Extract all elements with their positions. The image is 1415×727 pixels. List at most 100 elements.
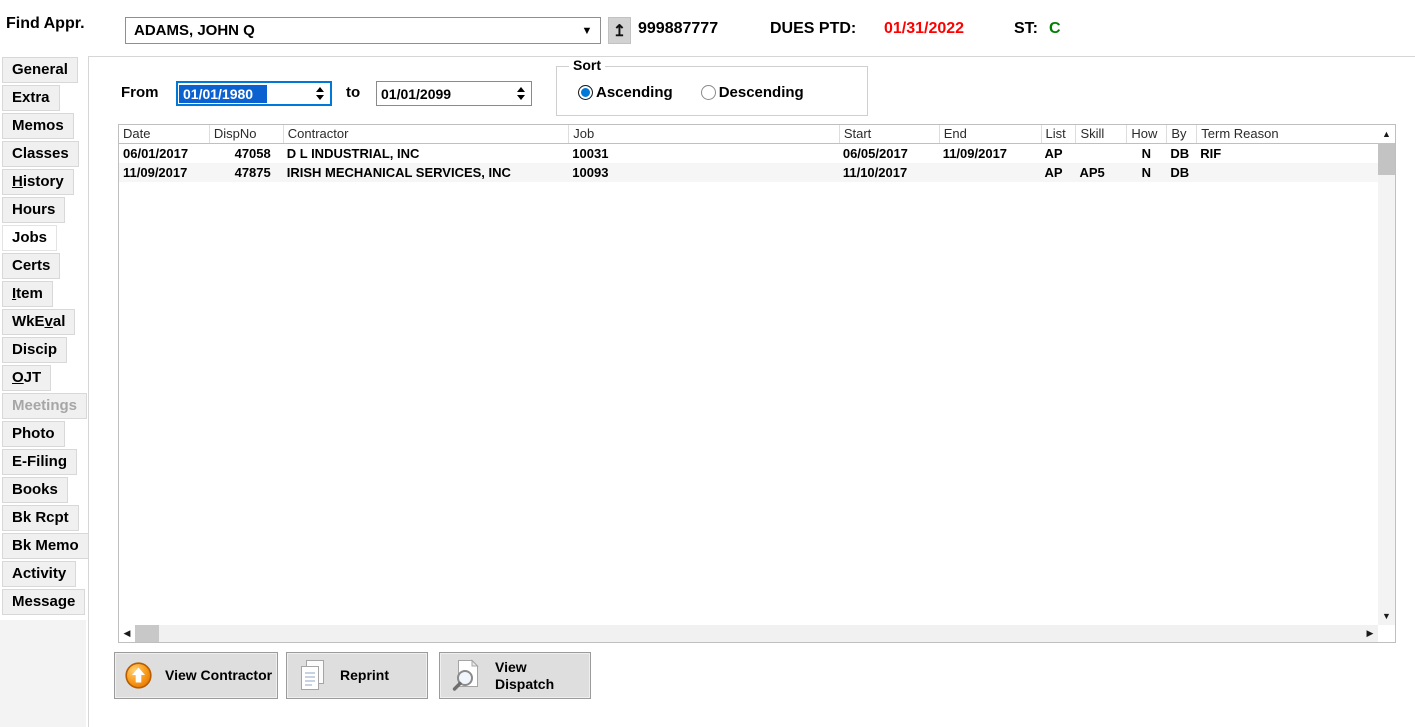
tab-certs[interactable]: Certs bbox=[2, 253, 60, 279]
tab-general[interactable]: General bbox=[2, 57, 78, 83]
view-dispatch-label: View Dispatch bbox=[495, 659, 554, 691]
cell-job: 10031 bbox=[568, 144, 839, 163]
cell-end bbox=[939, 163, 1041, 182]
grid-header-row[interactable]: DateDispNoContractorJobStartEndListSkill… bbox=[119, 125, 1378, 144]
dues-ptd-value: 01/31/2022 bbox=[884, 20, 964, 38]
cell-skill bbox=[1075, 144, 1126, 163]
cell-date: 06/01/2017 bbox=[119, 144, 209, 163]
column-header-job[interactable]: Job bbox=[568, 125, 839, 143]
tab-bk-rcpt[interactable]: Bk Rcpt bbox=[2, 505, 79, 531]
vertical-scroll-thumb[interactable] bbox=[1378, 143, 1395, 175]
cell-start: 06/05/2017 bbox=[839, 144, 939, 163]
from-label: From bbox=[121, 84, 159, 101]
status-label: ST: bbox=[1014, 20, 1038, 38]
vertical-scroll-track[interactable] bbox=[1378, 175, 1395, 607]
cell-list: AP bbox=[1041, 163, 1076, 182]
tab-history[interactable]: History bbox=[2, 169, 74, 195]
tab-bk-memo[interactable]: Bk Memo bbox=[2, 533, 89, 559]
scroll-up-icon[interactable]: ▲ bbox=[1378, 125, 1395, 143]
tab-e-filing[interactable]: E-Filing bbox=[2, 449, 77, 475]
cell-dispno: 47058 bbox=[209, 144, 283, 163]
cell-start: 11/10/2017 bbox=[839, 163, 939, 182]
horizontal-scrollbar[interactable]: ◀ ▶ bbox=[119, 625, 1378, 642]
tab-ojt[interactable]: OJT bbox=[2, 365, 51, 391]
to-label: to bbox=[346, 84, 360, 101]
orange-up-arrow-icon bbox=[125, 662, 152, 689]
to-date-spinner[interactable] bbox=[517, 87, 525, 100]
member-name-value: ADAMS, JOHN Q bbox=[126, 22, 574, 39]
column-header-by[interactable]: By bbox=[1166, 125, 1196, 143]
cell-date: 11/09/2017 bbox=[119, 163, 209, 182]
scroll-right-icon[interactable]: ▶ bbox=[1362, 625, 1378, 642]
tab-books[interactable]: Books bbox=[2, 477, 68, 503]
documents-icon bbox=[297, 659, 327, 692]
tab-hours[interactable]: Hours bbox=[2, 197, 65, 223]
member-id: 999887777 bbox=[638, 20, 718, 38]
cell-end: 11/09/2017 bbox=[939, 144, 1041, 163]
table-row[interactable]: 11/09/201747875IRISH MECHANICAL SERVICES… bbox=[119, 163, 1378, 182]
vertical-scrollbar[interactable]: ▲ ▼ bbox=[1378, 125, 1395, 625]
cell-how: N bbox=[1126, 163, 1166, 182]
column-header-term-reason[interactable]: Term Reason bbox=[1196, 125, 1378, 143]
lookup-up-arrow-button[interactable]: ↥ bbox=[608, 17, 631, 44]
dispatch-grid: DateDispNoContractorJobStartEndListSkill… bbox=[118, 124, 1396, 643]
find-appr-label: Find Appr. bbox=[6, 15, 85, 33]
tab-discip[interactable]: Discip bbox=[2, 337, 67, 363]
column-header-start[interactable]: Start bbox=[839, 125, 939, 143]
document-search-icon bbox=[450, 659, 482, 692]
spinner-up-icon[interactable] bbox=[316, 87, 324, 92]
tab-activity[interactable]: Activity bbox=[2, 561, 76, 587]
cell-list: AP bbox=[1041, 144, 1076, 163]
sidebar-tab-strip: GeneralExtraMemosClassesHistoryHoursJobs… bbox=[0, 57, 88, 617]
grid-rows: 06/01/201747058D L INDUSTRIAL, INC100310… bbox=[119, 144, 1378, 182]
column-header-end[interactable]: End bbox=[939, 125, 1041, 143]
cell-contractor: D L INDUSTRIAL, INC bbox=[283, 144, 569, 163]
from-date-input[interactable]: 01/01/1980 bbox=[176, 81, 332, 106]
tab-wkeval[interactable]: WkEval bbox=[2, 309, 75, 335]
reprint-label: Reprint bbox=[340, 667, 389, 683]
scrollbar-corner bbox=[1378, 625, 1395, 642]
horizontal-scroll-thumb[interactable] bbox=[135, 625, 159, 642]
tab-memos[interactable]: Memos bbox=[2, 113, 74, 139]
cell-skill: AP5 bbox=[1075, 163, 1126, 182]
tab-photo[interactable]: Photo bbox=[2, 421, 65, 447]
cell-contractor: IRISH MECHANICAL SERVICES, INC bbox=[283, 163, 569, 182]
tab-classes[interactable]: Classes bbox=[2, 141, 79, 167]
reprint-button[interactable]: Reprint bbox=[286, 652, 428, 699]
column-header-dispno[interactable]: DispNo bbox=[209, 125, 283, 143]
from-date-value: 01/01/1980 bbox=[179, 85, 267, 103]
spinner-down-icon[interactable] bbox=[517, 95, 525, 100]
member-name-combobox[interactable]: ADAMS, JOHN Q ▼ bbox=[125, 17, 601, 44]
scroll-left-icon[interactable]: ◀ bbox=[119, 625, 135, 642]
to-date-value: 01/01/2099 bbox=[377, 86, 451, 102]
cell-how: N bbox=[1126, 144, 1166, 163]
descending-radio[interactable] bbox=[701, 85, 716, 100]
spinner-up-icon[interactable] bbox=[517, 87, 525, 92]
cell-by: DB bbox=[1166, 163, 1196, 182]
jobs-tab-page: From 01/01/1980 to 01/01/2099 Sort Ascen… bbox=[88, 56, 1415, 727]
tab-jobs[interactable]: Jobs bbox=[2, 225, 57, 251]
spinner-down-icon[interactable] bbox=[316, 95, 324, 100]
column-header-list[interactable]: List bbox=[1041, 125, 1076, 143]
tab-item[interactable]: Item bbox=[2, 281, 53, 307]
column-header-date[interactable]: Date bbox=[119, 125, 209, 143]
scroll-down-icon[interactable]: ▼ bbox=[1378, 607, 1395, 625]
chevron-down-icon[interactable]: ▼ bbox=[574, 25, 600, 37]
cell-dispno: 47875 bbox=[209, 163, 283, 182]
column-header-how[interactable]: How bbox=[1126, 125, 1166, 143]
view-dispatch-button[interactable]: View Dispatch bbox=[439, 652, 591, 699]
dispatch-grid-body[interactable]: DateDispNoContractorJobStartEndListSkill… bbox=[119, 125, 1378, 625]
descending-label: Descending bbox=[719, 84, 804, 101]
cell-term-reason: RIF bbox=[1196, 144, 1378, 163]
column-header-skill[interactable]: Skill bbox=[1075, 125, 1126, 143]
sidebar-footer bbox=[0, 620, 86, 727]
ascending-radio[interactable] bbox=[578, 85, 593, 100]
column-header-contractor[interactable]: Contractor bbox=[283, 125, 569, 143]
table-row[interactable]: 06/01/201747058D L INDUSTRIAL, INC100310… bbox=[119, 144, 1378, 163]
horizontal-scroll-track[interactable] bbox=[159, 625, 1362, 642]
from-date-spinner[interactable] bbox=[316, 87, 324, 100]
tab-message[interactable]: Message bbox=[2, 589, 85, 615]
to-date-input[interactable]: 01/01/2099 bbox=[376, 81, 532, 106]
tab-extra[interactable]: Extra bbox=[2, 85, 60, 111]
view-contractor-button[interactable]: View Contractor bbox=[114, 652, 278, 699]
